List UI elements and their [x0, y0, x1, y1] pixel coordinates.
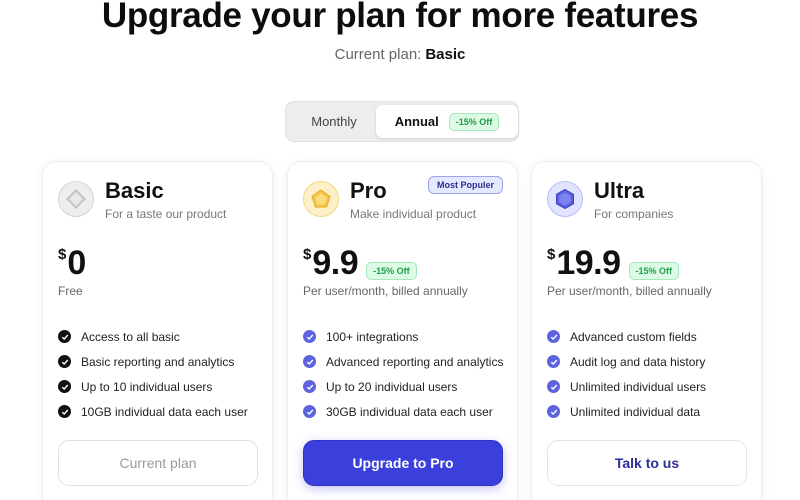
diamond-icon: [58, 181, 94, 217]
feature-item: Up to 20 individual users: [303, 374, 503, 399]
feature-text: Basic reporting and analytics: [81, 354, 235, 369]
check-icon: [547, 405, 560, 418]
check-icon: [58, 330, 71, 343]
feature-item: Up to 10 individual users: [58, 374, 248, 399]
check-icon: [547, 380, 560, 393]
billing-period-toggle[interactable]: Monthly Annual -15% Off: [285, 101, 519, 142]
toggle-monthly-label: Monthly: [311, 114, 357, 129]
check-icon: [58, 380, 71, 393]
feature-item: 100+ integrations: [303, 324, 503, 349]
plan-description: Make individual product: [350, 207, 477, 221]
price-currency: $: [303, 246, 312, 263]
annual-discount-badge: -15% Off: [448, 112, 500, 131]
feature-list: 100+ integrations Advanced reporting and…: [303, 324, 503, 424]
plan-description: For a taste our product: [105, 207, 227, 221]
feature-item: Unlimited individual data: [547, 399, 706, 424]
plan-name: Ultra: [594, 178, 645, 203]
feature-text: Audit log and data history: [570, 354, 706, 369]
plan-price: $ 0: [58, 244, 86, 282]
feature-item: 10GB individual data each user: [58, 399, 248, 424]
feature-text: Advanced reporting and analytics: [326, 354, 504, 369]
discount-badge: -15% Off: [366, 262, 417, 280]
toggle-annual-label: Annual: [394, 114, 439, 129]
feature-text: 30GB individual data each user: [326, 404, 493, 419]
feature-list: Advanced custom fields Audit log and dat…: [547, 324, 706, 424]
price-amount: 19.9: [556, 244, 621, 282]
feature-item: Advanced custom fields: [547, 324, 706, 349]
feature-item: Unlimited individual users: [547, 374, 706, 399]
feature-item: Advanced reporting and analytics: [303, 349, 503, 374]
check-icon: [58, 355, 71, 368]
price-note: Per user/month, billed annually: [547, 284, 712, 298]
toggle-annual[interactable]: Annual -15% Off: [376, 105, 518, 138]
pentagon-icon: [303, 181, 339, 217]
price-amount: 0: [67, 244, 86, 282]
talk-to-us-button[interactable]: Talk to us: [547, 440, 747, 486]
price-note: Free: [58, 284, 83, 298]
feature-item: Access to all basic: [58, 324, 248, 349]
check-icon: [547, 355, 560, 368]
plan-price: $ 9.9 -15% Off: [303, 244, 417, 282]
current-plan-line: Current plan: Basic: [0, 46, 800, 63]
plan-card-basic: Basic For a taste our product $ 0 Free A…: [42, 161, 273, 500]
current-plan-label: Current plan:: [334, 46, 422, 63]
page-title: Upgrade your plan for more features: [101, 0, 699, 35]
most-popular-badge: Most Populer: [427, 176, 503, 194]
feature-item: Audit log and data history: [547, 349, 706, 374]
check-icon: [303, 405, 316, 418]
feature-text: Up to 10 individual users: [81, 379, 213, 394]
check-icon: [58, 405, 71, 418]
check-icon: [547, 330, 560, 343]
feature-text: Access to all basic: [81, 329, 180, 344]
plan-description: For companies: [594, 207, 674, 221]
feature-item: Basic reporting and analytics: [58, 349, 248, 374]
check-icon: [303, 380, 316, 393]
feature-text: Unlimited individual data: [570, 404, 701, 419]
plan-card-ultra: Ultra For companies $ 19.9 -15% Off Per …: [531, 161, 762, 500]
plan-card-pro: Pro Make individual product Most Populer…: [287, 161, 518, 500]
current-plan-value: Basic: [425, 46, 466, 63]
current-plan-button[interactable]: Current plan: [58, 440, 258, 486]
price-amount: 9.9: [312, 244, 359, 282]
hexagon-icon: [547, 181, 583, 217]
price-note: Per user/month, billed annually: [303, 284, 468, 298]
plan-name: Pro: [350, 178, 387, 203]
upgrade-to-pro-button[interactable]: Upgrade to Pro: [303, 440, 503, 486]
discount-badge: -15% Off: [628, 262, 680, 280]
plan-price: $ 19.9 -15% Off: [547, 244, 680, 282]
price-currency: $: [58, 246, 67, 263]
check-icon: [303, 330, 316, 343]
feature-text: 100+ integrations: [326, 329, 419, 344]
feature-text: 10GB individual data each user: [81, 404, 248, 419]
feature-text: Advanced custom fields: [570, 329, 697, 344]
feature-list: Access to all basic Basic reporting and …: [58, 324, 248, 424]
price-currency: $: [547, 246, 556, 263]
toggle-monthly[interactable]: Monthly: [290, 102, 378, 141]
feature-text: Unlimited individual users: [570, 379, 707, 394]
feature-text: Up to 20 individual users: [326, 379, 458, 394]
feature-item: 30GB individual data each user: [303, 399, 503, 424]
plan-name: Basic: [105, 178, 164, 203]
check-icon: [303, 355, 316, 368]
